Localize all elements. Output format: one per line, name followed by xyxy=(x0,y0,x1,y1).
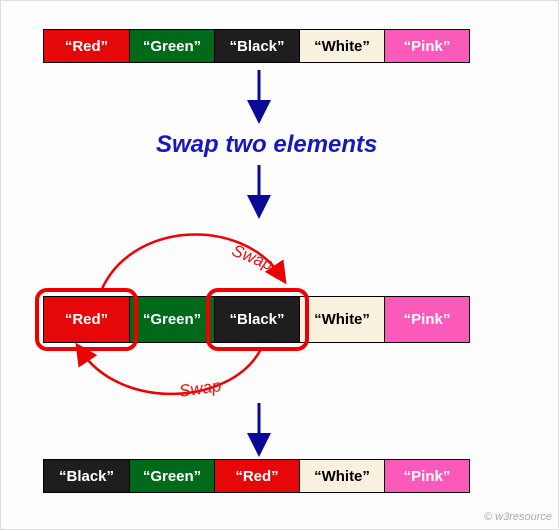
array-row-result: “Black” “Green” “Red” “White” “Pink” xyxy=(43,459,470,493)
cell: “Pink” xyxy=(384,460,469,492)
diagram-title: Swap two elements xyxy=(156,131,377,159)
cell: “Red” xyxy=(214,460,299,492)
cell: “Red” xyxy=(44,297,129,342)
cell: “Pink” xyxy=(384,30,469,62)
cell: “Red” xyxy=(44,30,129,62)
array-row-highlighted: “Red” “Green” “Black” “White” “Pink” xyxy=(43,296,470,343)
credit-text: © w3resource xyxy=(484,511,552,523)
cell: “Green” xyxy=(129,30,214,62)
cell: “White” xyxy=(299,30,384,62)
cell: “Green” xyxy=(129,460,214,492)
cell: “Green” xyxy=(129,297,214,342)
arrow-down-icon xyxy=(239,399,279,459)
diagram-canvas: “Red” “Green” “Black” “White” “Pink” Swa… xyxy=(0,0,559,530)
arrow-down-icon xyxy=(239,66,279,126)
cell: “Pink” xyxy=(384,297,469,342)
cell: “Black” xyxy=(214,297,299,342)
cell: “Black” xyxy=(214,30,299,62)
arrow-down-icon xyxy=(239,161,279,221)
array-row-initial: “Red” “Green” “Black” “White” “Pink” xyxy=(43,29,470,63)
cell: “White” xyxy=(299,297,384,342)
cell: “White” xyxy=(299,460,384,492)
cell: “Black” xyxy=(44,460,129,492)
